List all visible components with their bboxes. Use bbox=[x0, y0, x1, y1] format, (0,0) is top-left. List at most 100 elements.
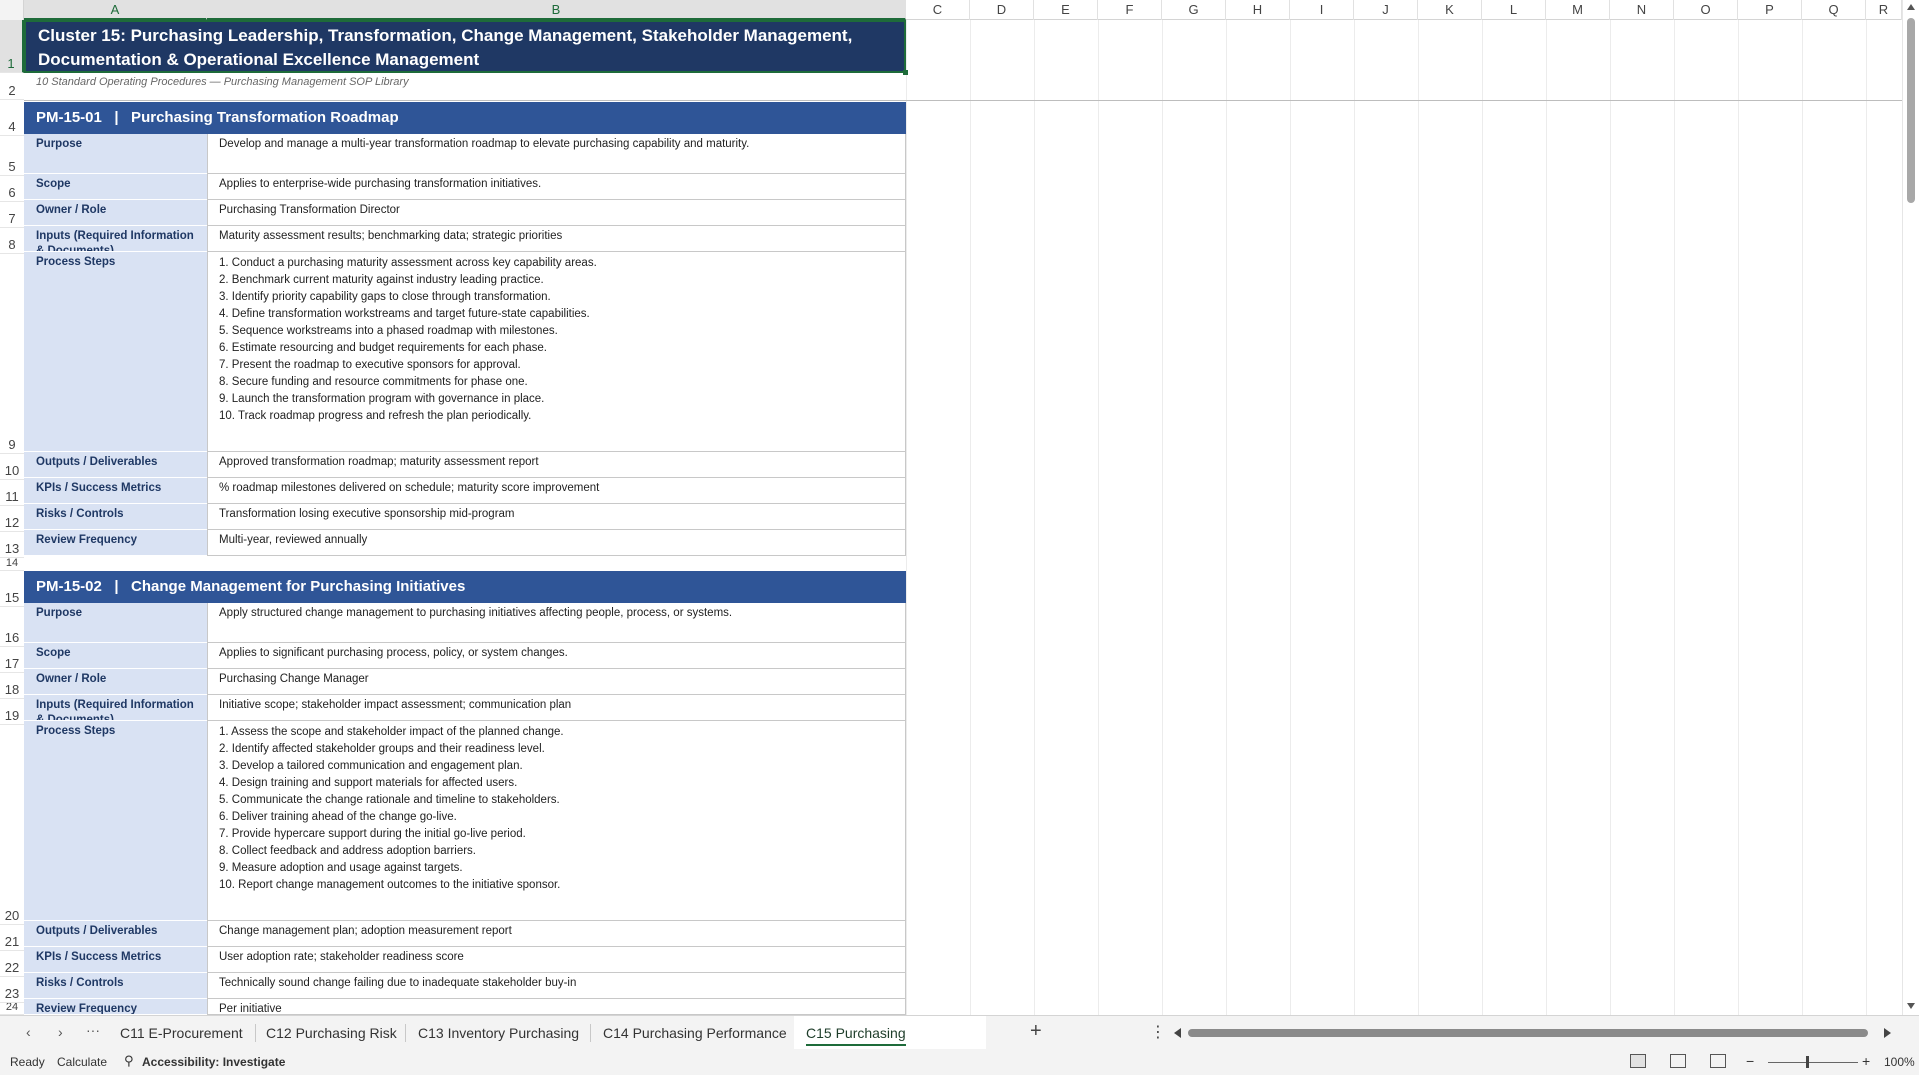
column-header-b[interactable]: B bbox=[207, 0, 906, 20]
value-review[interactable]: Multi-year, reviewed annually bbox=[207, 530, 906, 556]
zoom-in-icon[interactable]: + bbox=[1862, 1053, 1870, 1069]
label-kpis[interactable]: KPIs / Success Metrics bbox=[24, 478, 207, 504]
column-header-r[interactable]: R bbox=[1866, 0, 1902, 20]
sheet-tab-c11[interactable]: C11 E-Procurement bbox=[108, 1016, 255, 1050]
page-layout-view-icon[interactable] bbox=[1670, 1054, 1686, 1068]
label-process-steps[interactable]: Process Steps bbox=[24, 252, 207, 452]
value-owner[interactable]: Purchasing Transformation Director bbox=[207, 200, 906, 226]
row-header[interactable]: 12 bbox=[0, 506, 24, 532]
row-header[interactable]: 21 bbox=[0, 925, 24, 951]
value-owner[interactable]: Purchasing Change Manager bbox=[207, 669, 906, 695]
calculate-button[interactable]: Calculate bbox=[57, 1055, 107, 1069]
sheet-tab-c13[interactable]: C13 Inventory Purchasing bbox=[406, 1016, 591, 1050]
chevron-left-icon[interactable]: ‹ bbox=[26, 1024, 31, 1040]
column-header-a[interactable]: A bbox=[24, 0, 207, 20]
sheet-tab-c15[interactable]: C15 Purchasing Leadership bbox=[794, 1016, 986, 1075]
sheet-tab-c14[interactable]: C14 Purchasing Performance bbox=[591, 1016, 799, 1050]
zoom-slider-handle[interactable] bbox=[1806, 1056, 1809, 1068]
scroll-right-icon[interactable] bbox=[1884, 1028, 1891, 1038]
value-process-steps[interactable]: 1. Assess the scope and stakeholder impa… bbox=[207, 721, 906, 921]
value-outputs[interactable]: Approved transformation roadmap; maturit… bbox=[207, 452, 906, 478]
row-header[interactable]: 18 bbox=[0, 673, 24, 699]
row-header[interactable]: 9 bbox=[0, 254, 24, 454]
row-header[interactable]: 15 bbox=[0, 571, 24, 607]
column-header-i[interactable]: I bbox=[1290, 0, 1354, 20]
column-header-q[interactable]: Q bbox=[1802, 0, 1866, 20]
sheet-tab-c12[interactable]: C12 Purchasing Risk bbox=[254, 1016, 409, 1050]
row-header[interactable]: 24 bbox=[0, 1003, 24, 1015]
row-header[interactable]: 1 bbox=[0, 20, 24, 73]
value-process-steps[interactable]: 1. Conduct a purchasing maturity assessm… bbox=[207, 252, 906, 452]
label-review[interactable]: Review Frequency bbox=[24, 999, 207, 1015]
zoom-out-icon[interactable]: − bbox=[1746, 1053, 1754, 1069]
column-header-n[interactable]: N bbox=[1610, 0, 1674, 20]
column-header-h[interactable]: H bbox=[1226, 0, 1290, 20]
normal-view-icon[interactable] bbox=[1630, 1054, 1646, 1068]
value-risks[interactable]: Technically sound change failing due to … bbox=[207, 973, 906, 999]
column-header-f[interactable]: F bbox=[1098, 0, 1162, 20]
column-header-m[interactable]: M bbox=[1546, 0, 1610, 20]
more-sheets-icon[interactable]: ··· bbox=[86, 1022, 100, 1038]
row-header[interactable]: 13 bbox=[0, 532, 24, 558]
sop-header[interactable]: PM-15-01 | Purchasing Transformation Roa… bbox=[24, 102, 906, 134]
scroll-up-icon[interactable] bbox=[1907, 4, 1915, 10]
chevron-right-icon[interactable]: › bbox=[58, 1024, 63, 1040]
zoom-level[interactable]: 100% bbox=[1884, 1055, 1915, 1069]
row-header[interactable]: 22 bbox=[0, 951, 24, 977]
row-header[interactable]: 11 bbox=[0, 480, 24, 506]
value-outputs[interactable]: Change management plan; adoption measure… bbox=[207, 921, 906, 947]
scroll-left-icon[interactable] bbox=[1174, 1028, 1181, 1038]
label-owner[interactable]: Owner / Role bbox=[24, 200, 207, 226]
row-header[interactable]: 10 bbox=[0, 454, 24, 480]
row-header[interactable]: 16 bbox=[0, 607, 24, 647]
value-review[interactable]: Per initiative bbox=[207, 999, 906, 1015]
value-inputs[interactable]: Initiative scope; stakeholder impact ass… bbox=[207, 695, 906, 721]
vertical-scrollbar[interactable] bbox=[1902, 0, 1919, 1015]
accessibility-status[interactable]: Accessibility: Investigate bbox=[142, 1055, 285, 1069]
sop-header[interactable]: PM-15-02 | Change Management for Purchas… bbox=[24, 571, 906, 603]
row-header[interactable]: 6 bbox=[0, 176, 24, 202]
value-scope[interactable]: Applies to enterprise-wide purchasing tr… bbox=[207, 174, 906, 200]
column-header-p[interactable]: P bbox=[1738, 0, 1802, 20]
column-header-j[interactable]: J bbox=[1354, 0, 1418, 20]
label-inputs[interactable]: Inputs (Required Information & Documents… bbox=[24, 226, 207, 252]
row-header[interactable]: 17 bbox=[0, 647, 24, 673]
row-header[interactable]: 19 bbox=[0, 699, 24, 725]
label-inputs[interactable]: Inputs (Required Information & Documents… bbox=[24, 695, 207, 721]
fill-handle[interactable] bbox=[903, 70, 908, 75]
page-break-preview-icon[interactable] bbox=[1710, 1054, 1726, 1068]
label-scope[interactable]: Scope bbox=[24, 174, 207, 200]
label-purpose[interactable]: Purpose bbox=[24, 603, 207, 643]
row-header[interactable]: 20 bbox=[0, 725, 24, 925]
row-header[interactable]: 2 bbox=[0, 73, 24, 100]
accessibility-icon[interactable]: ⚲ bbox=[124, 1053, 134, 1069]
row-header[interactable]: 23 bbox=[0, 977, 24, 1003]
column-header-g[interactable]: G bbox=[1162, 0, 1226, 20]
value-inputs[interactable]: Maturity assessment results; benchmarkin… bbox=[207, 226, 906, 252]
label-kpis[interactable]: KPIs / Success Metrics bbox=[24, 947, 207, 973]
label-outputs[interactable]: Outputs / Deliverables bbox=[24, 921, 207, 947]
column-header-l[interactable]: L bbox=[1482, 0, 1546, 20]
value-kpis[interactable]: % roadmap milestones delivered on schedu… bbox=[207, 478, 906, 504]
column-header-e[interactable]: E bbox=[1034, 0, 1098, 20]
select-all-corner[interactable] bbox=[0, 0, 24, 20]
row-header[interactable]: 8 bbox=[0, 228, 24, 254]
label-owner[interactable]: Owner / Role bbox=[24, 669, 207, 695]
zoom-slider[interactable] bbox=[1768, 1062, 1858, 1063]
label-process-steps[interactable]: Process Steps bbox=[24, 721, 207, 921]
scroll-down-icon[interactable] bbox=[1907, 1003, 1915, 1009]
label-risks[interactable]: Risks / Controls bbox=[24, 504, 207, 530]
horizontal-scrollbar[interactable] bbox=[1170, 1026, 1895, 1040]
value-purpose[interactable]: Develop and manage a multi-year transfor… bbox=[207, 134, 906, 174]
value-scope[interactable]: Applies to significant purchasing proces… bbox=[207, 643, 906, 669]
label-purpose[interactable]: Purpose bbox=[24, 134, 207, 174]
add-sheet-icon[interactable]: + bbox=[1030, 1020, 1042, 1043]
value-purpose[interactable]: Apply structured change management to pu… bbox=[207, 603, 906, 643]
value-risks[interactable]: Transformation losing executive sponsors… bbox=[207, 504, 906, 530]
horizontal-scroll-thumb[interactable] bbox=[1188, 1029, 1868, 1037]
label-outputs[interactable]: Outputs / Deliverables bbox=[24, 452, 207, 478]
row-header[interactable]: 14 bbox=[0, 557, 24, 571]
label-scope[interactable]: Scope bbox=[24, 643, 207, 669]
column-header-d[interactable]: D bbox=[970, 0, 1034, 20]
label-review[interactable]: Review Frequency bbox=[24, 530, 207, 556]
